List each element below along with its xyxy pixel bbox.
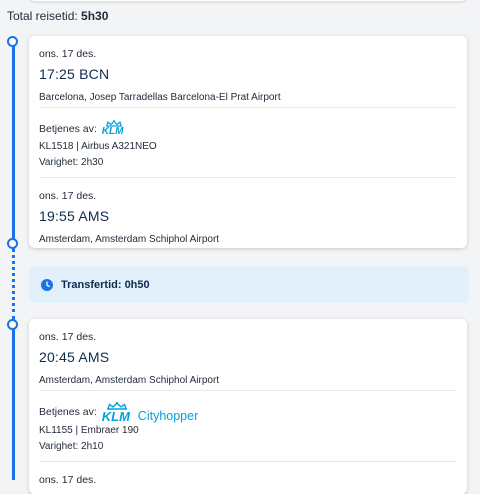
flight-duration: Varighet: 2h30 <box>39 157 104 168</box>
departure-date: ons. 17 des. <box>39 331 97 343</box>
clock-icon <box>41 278 53 291</box>
flight-duration: Varighet: 2h10 <box>39 441 104 452</box>
timeline-line-leg2 <box>12 328 15 480</box>
flight-number: KL1155 | Embraer 190 <box>39 425 139 436</box>
klm-logo-text: KLM <box>101 408 130 424</box>
arrival-section: ons. 17 des. <box>39 462 457 486</box>
arrival-date: ons. 17 des. <box>39 190 97 202</box>
previous-card-edge <box>28 0 468 1</box>
arrival-airport: Amsterdam, Amsterdam Schiphol Airport <box>39 234 220 245</box>
timeline-dot-arrival <box>7 238 18 249</box>
departure-time: 20:45 AMS <box>39 349 110 365</box>
timeline-transfer-line <box>12 248 15 320</box>
arrival-date: ons. 17 des. <box>39 474 97 486</box>
timeline-dot-departure <box>7 36 18 47</box>
timeline-line-leg1 <box>12 44 15 240</box>
transfer-time-label: Transfertid: 0h50 <box>61 278 150 291</box>
total-value: 5h30 <box>81 9 109 23</box>
departure-airport: Barcelona, Josep Tarradellas Barcelona-E… <box>39 92 281 103</box>
klm-logo-icon: KLM <box>102 120 126 137</box>
departure-airport: Amsterdam, Amsterdam Schiphol Airport <box>39 375 220 386</box>
timeline-dot-departure-2 <box>7 319 18 330</box>
arrival-section: ons. 17 des. 19:55 AMS Amsterdam, Amster… <box>39 178 457 245</box>
total-label: Total reisetid: <box>7 9 78 23</box>
operator-section: Betjenes av: KLM Cityhopper KL1155 | Emb… <box>39 391 457 461</box>
departure-section: ons. 17 des. 17:25 BCN Barcelona, Josep … <box>39 36 457 107</box>
cityhopper-text: Cityhopper <box>137 409 199 423</box>
operator-label: Betjenes av: <box>39 406 97 418</box>
flight-card-leg1[interactable]: ons. 17 des. 17:25 BCN Barcelona, Josep … <box>29 36 467 248</box>
departure-section: ons. 17 des. 20:45 AMS Amsterdam, Amster… <box>39 319 457 390</box>
flight-card-leg2[interactable]: ons. 17 des. 20:45 AMS Amsterdam, Amster… <box>29 319 467 494</box>
departure-date: ons. 17 des. <box>39 48 97 60</box>
klm-logo-icon: KLM <box>101 401 132 424</box>
operator-section: Betjenes av: KLM KL1518 | Airbus A321NEO… <box>39 108 457 177</box>
departure-time: 17:25 BCN <box>39 66 110 82</box>
flight-number: KL1518 | Airbus A321NEO <box>39 141 157 152</box>
total-travel-time: Total reisetid: 5h30 <box>7 9 108 23</box>
transfer-banner: Transfertid: 0h50 <box>29 266 469 303</box>
klm-logo-text: KLM <box>101 126 124 137</box>
operator-label: Betjenes av: <box>39 122 97 135</box>
arrival-time: 19:55 AMS <box>39 208 110 224</box>
